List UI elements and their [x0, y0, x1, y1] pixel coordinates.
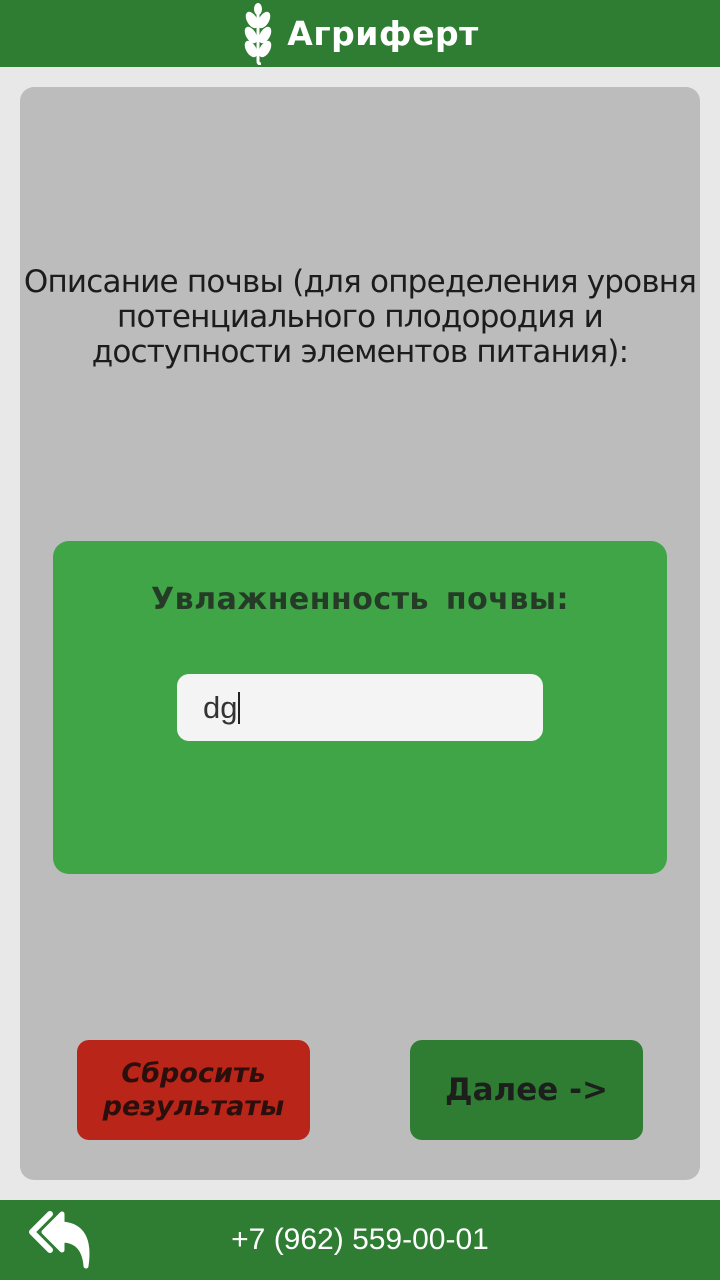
wheat-icon: [245, 2, 272, 65]
contact-phone[interactable]: +7 (962) 559-00-01: [0, 1200, 720, 1280]
soil-moisture-label: Увлажненность почвы:: [151, 582, 569, 617]
next-button[interactable]: Далее ->: [410, 1040, 643, 1140]
soil-description-heading: Описание почвы (для определения уровня п…: [23, 264, 697, 370]
soil-moisture-input-value: dg: [203, 689, 238, 725]
app-header: Агриферт: [0, 0, 720, 67]
soil-moisture-input[interactable]: dg: [177, 674, 543, 741]
text-caret: [238, 691, 241, 724]
reset-results-button[interactable]: Сбросить результаты: [77, 1040, 310, 1140]
brand-name: Агриферт: [287, 14, 479, 53]
brand: Агриферт: [241, 2, 479, 65]
